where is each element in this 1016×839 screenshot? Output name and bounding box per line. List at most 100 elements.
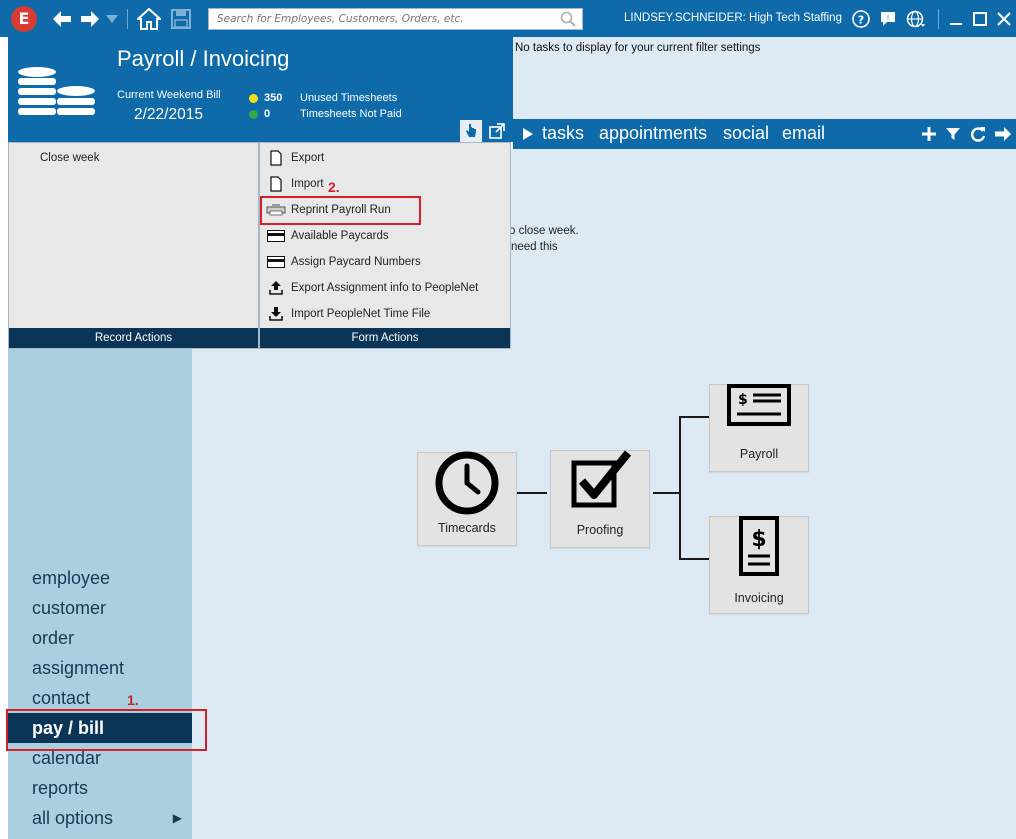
connector-line [679, 558, 709, 560]
expand-arrow-icon[interactable] [519, 125, 537, 143]
tasks-tabbar: tasks appointments social email [513, 119, 1016, 149]
nav-list: employee customer order assignment conta… [8, 563, 192, 833]
hand-pointer-icon [466, 124, 476, 137]
menu-item-label: Import PeopleNet Time File [291, 308, 431, 320]
invoicing-label: Invoicing [734, 591, 784, 605]
proofing-label: Proofing [576, 523, 624, 537]
close-icon[interactable] [994, 6, 1014, 32]
menu-item-import-peoplenet[interactable]: Import PeopleNet Time File [266, 303, 430, 325]
highlight-box-step2 [260, 196, 421, 225]
current-bill-label: Current Weekend Bill [117, 89, 221, 101]
yellow-status-dot [249, 93, 258, 103]
submenu-arrow-icon: ▶ [172, 811, 182, 825]
form-actions-menu: Export Import Reprint Payroll Run Availa… [259, 142, 511, 349]
nav-item-reports[interactable]: reports [8, 773, 192, 803]
page-title: Payroll / Invoicing [117, 46, 290, 71]
menu-item-import[interactable]: Import [266, 173, 324, 195]
user-label: LINDSEY.SCHNEIDER: High Tech Staffing [624, 12, 842, 24]
svg-text:$: $ [751, 527, 766, 552]
timecards-label: Timecards [438, 521, 496, 535]
feedback-icon[interactable]: ! [877, 6, 899, 32]
form-actions-footer: Form Actions [260, 328, 510, 348]
check-payment-icon: $ [710, 382, 808, 430]
upload-icon [266, 280, 286, 296]
invoice-icon: $ [710, 514, 808, 580]
tab-email[interactable]: email [782, 123, 825, 144]
connector-line [653, 492, 679, 494]
clock-icon [418, 448, 516, 518]
payroll-tile[interactable]: $ Payroll [709, 384, 809, 472]
nav-item-customer[interactable]: customer [8, 593, 192, 623]
menu-item-export[interactable]: Export [266, 147, 324, 169]
tab-appointments[interactable]: appointments [599, 123, 707, 144]
menu-item-label: Available Paycards [291, 230, 389, 242]
add-icon[interactable] [920, 125, 938, 143]
menu-item-label: Export [291, 152, 325, 164]
unused-label: Unused Timesheets [300, 92, 398, 104]
minimize-icon[interactable] [946, 6, 966, 32]
tab-tasks[interactable]: tasks [542, 123, 584, 144]
top-bar: E LINDSEY.SCHNEIDER: High Tech Staffing … [0, 0, 1016, 37]
card-icon [266, 254, 286, 270]
maximize-icon[interactable] [970, 6, 990, 32]
unused-timesheets-stat[interactable]: 350 Unused Timesheets [249, 92, 397, 104]
card-icon [266, 228, 286, 244]
filter-icon[interactable] [944, 125, 962, 143]
home-icon[interactable] [136, 6, 162, 32]
all-options-label: all options [32, 808, 114, 828]
current-bill-date: 2/22/2015 [134, 106, 203, 123]
forward-arrow-icon[interactable] [78, 6, 102, 32]
nav-item-order[interactable]: order [8, 623, 192, 653]
menu-item-label: Assign Paycard Numbers [291, 256, 421, 268]
green-status-dot [249, 109, 258, 119]
refresh-icon[interactable] [969, 125, 987, 143]
app-logo[interactable]: E [11, 6, 37, 32]
not-paid-label: Timesheets Not Paid [300, 108, 402, 120]
help-icon[interactable]: ? [850, 6, 872, 32]
search-icon[interactable] [560, 11, 576, 30]
obscured-text: o close week. [509, 225, 579, 237]
record-actions-menu: Close week Record Actions [8, 142, 259, 349]
connector-line [679, 416, 709, 418]
not-paid-count: 0 [264, 108, 271, 120]
timecards-tile[interactable]: Timecards [417, 451, 517, 546]
menu-item-available-paycards[interactable]: Available Paycards [266, 225, 389, 247]
toolbar-separator [127, 9, 128, 29]
document-icon [266, 150, 286, 166]
globe-icon[interactable] [904, 6, 928, 32]
checkbox-checked-icon [551, 449, 649, 515]
svg-text:?: ? [858, 14, 864, 27]
payroll-label: Payroll [739, 447, 779, 461]
proofing-tile[interactable]: Proofing [550, 450, 650, 548]
left-navigation: employee customer order assignment conta… [8, 349, 192, 839]
nav-item-all-options[interactable]: all options ▶ [8, 803, 192, 833]
global-search[interactable] [208, 8, 583, 30]
save-icon[interactable] [169, 6, 193, 32]
obscured-text: need this [511, 241, 558, 253]
annotation-step1: 1. [127, 692, 139, 708]
annotation-step2: 2. [328, 179, 340, 195]
no-tasks-message: No tasks to display for your current fil… [515, 42, 761, 54]
nav-item-assignment[interactable]: assignment [8, 653, 192, 683]
search-input[interactable] [209, 9, 549, 29]
invoicing-tile[interactable]: $ Invoicing [709, 516, 809, 614]
svg-text:!: ! [887, 14, 890, 22]
connector-line [679, 416, 681, 560]
unused-count: 350 [264, 92, 283, 104]
forward-arrow-icon[interactable] [994, 125, 1012, 143]
history-dropdown-icon[interactable] [104, 6, 120, 32]
menu-item-export-peoplenet[interactable]: Export Assignment info to PeopleNet [266, 277, 478, 299]
connector-line [517, 492, 547, 494]
module-header: Payroll / Invoicing Current Weekend Bill… [8, 37, 513, 142]
menu-item-assign-paycard-numbers[interactable]: Assign Paycard Numbers [266, 251, 421, 273]
external-link-icon [489, 123, 505, 139]
actions-pointer-button[interactable] [460, 120, 482, 142]
not-paid-stat[interactable]: 0 Timesheets Not Paid [249, 108, 402, 120]
back-arrow-icon[interactable] [50, 6, 74, 32]
record-actions-footer: Record Actions [9, 328, 258, 348]
tab-social[interactable]: social [723, 123, 769, 144]
menu-item-close-week[interactable]: Close week [40, 147, 99, 169]
popout-button[interactable] [486, 120, 508, 142]
menu-item-label: Import [291, 178, 324, 190]
nav-item-employee[interactable]: employee [8, 563, 192, 593]
